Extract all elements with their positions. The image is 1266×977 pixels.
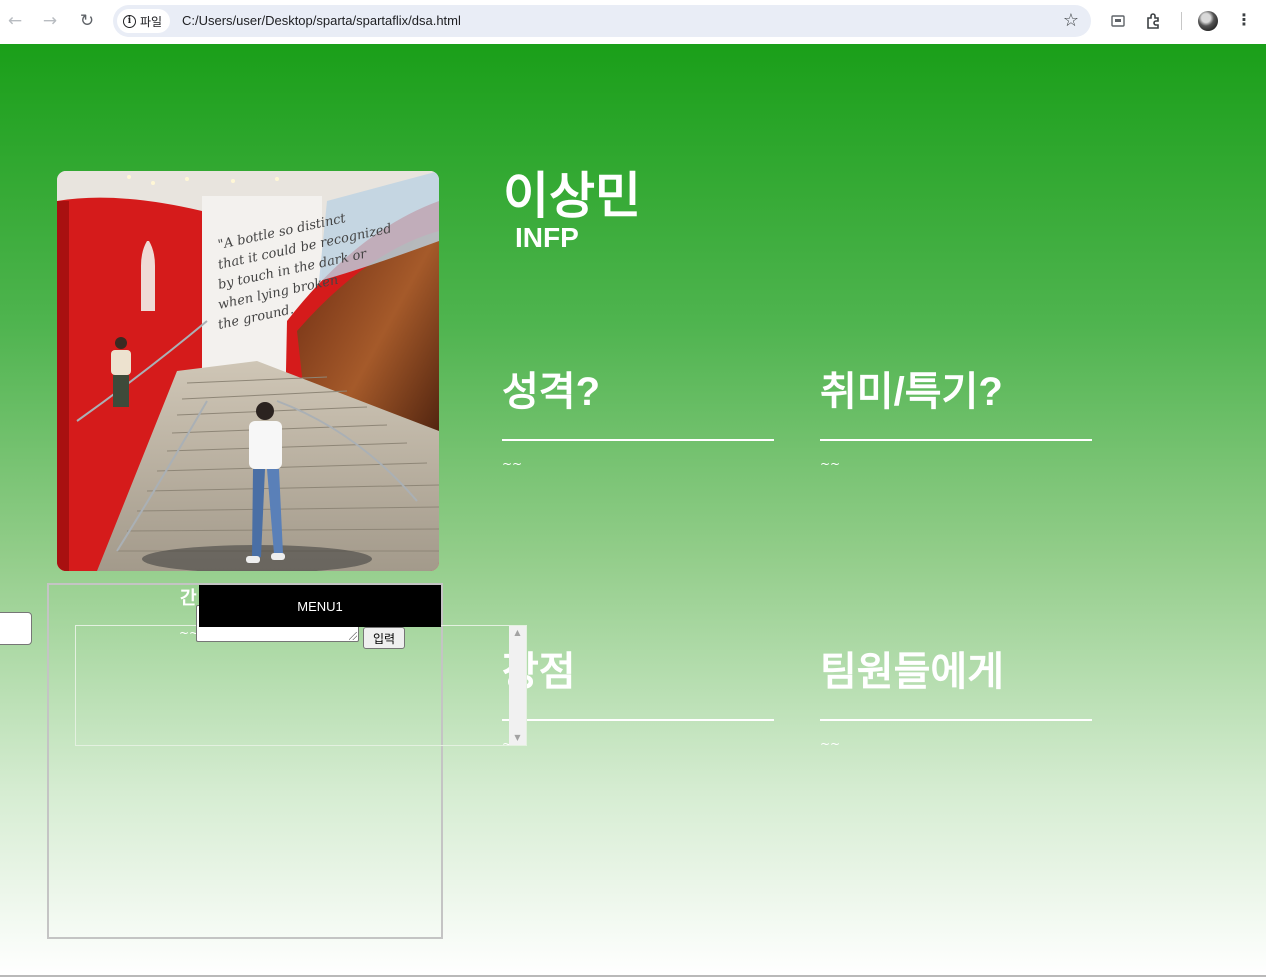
back-button[interactable]: ←: [3, 9, 27, 33]
section-content: ~~: [502, 457, 523, 471]
info-icon: i: [123, 14, 136, 28]
section-divider: [820, 719, 1092, 721]
more-menu-icon[interactable]: ⋮: [1236, 10, 1252, 29]
section-divider: [820, 439, 1092, 441]
reload-icon: ↻: [79, 11, 95, 31]
cast-icon[interactable]: [1107, 10, 1129, 32]
scroll-up-icon[interactable]: ▲: [509, 626, 526, 640]
section-title: 장점: [502, 650, 576, 694]
profile-avatar[interactable]: [1198, 11, 1218, 31]
guestbook-list[interactable]: [75, 625, 527, 746]
toolbar-divider: [1181, 12, 1182, 30]
section-content: ~~: [820, 457, 841, 471]
menu-item[interactable]: MENU1: [199, 585, 441, 627]
profile-name: 이상민: [503, 168, 641, 224]
section-title: 취미/특기?: [820, 370, 1003, 414]
extensions-icon[interactable]: [1143, 10, 1165, 32]
guestbook-title: 간: [180, 588, 197, 608]
submit-button[interactable]: 입력: [363, 627, 405, 649]
section-personality: 성격? ~~: [502, 369, 774, 471]
address-bar[interactable]: i 파일 C:/Users/user/Desktop/sparta/sparta…: [113, 5, 1091, 37]
arrow-right-icon: →: [42, 11, 58, 31]
bookmark-star-icon[interactable]: ☆: [1063, 10, 1079, 31]
arrow-left-icon: ←: [7, 11, 23, 31]
section-content: ~~: [502, 737, 774, 751]
section-to-team: 팀원들에게 ~~: [820, 649, 1092, 751]
forward-button[interactable]: →: [38, 9, 62, 33]
section-content: ~~: [820, 737, 841, 751]
section-title: 성격?: [502, 370, 601, 414]
scrollbar[interactable]: ▲ ▼: [509, 626, 526, 745]
section-divider: [502, 439, 774, 441]
reload-button[interactable]: ↻: [75, 9, 99, 33]
site-chip-label: 파일: [140, 14, 163, 29]
profile-photo: "A bottle so distinct that it could be r…: [57, 171, 439, 571]
section-strength: 장점 ~~: [502, 649, 774, 751]
url-text[interactable]: C:/Users/user/Desktop/sparta/spartaflix/…: [182, 13, 461, 28]
scroll-down-icon[interactable]: ▼: [509, 731, 526, 745]
section-title: 팀원들에게: [820, 650, 1004, 694]
side-input-field[interactable]: [0, 612, 32, 645]
profile-mbti: INFP: [515, 222, 579, 253]
page-viewport: "A bottle so distinct that it could be r…: [0, 44, 1266, 976]
browser-toolbar: ← → ↻ i 파일 C:/Users/user/Desktop/sparta/…: [0, 0, 1266, 44]
site-info-chip[interactable]: i 파일: [117, 9, 171, 33]
section-divider: [502, 719, 774, 721]
section-hobby: 취미/특기? ~~: [820, 369, 1092, 471]
resize-grip-icon[interactable]: [349, 632, 357, 640]
